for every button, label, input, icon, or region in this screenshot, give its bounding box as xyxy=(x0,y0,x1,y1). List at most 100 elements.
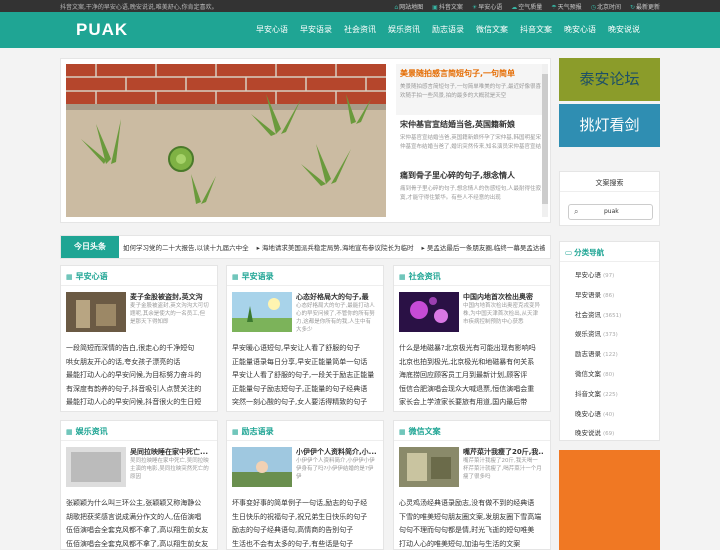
refresh-icon: ↻ xyxy=(630,4,635,11)
doc-icon: ▣ xyxy=(432,4,438,11)
category-item[interactable]: 励志语录(122) xyxy=(575,345,659,365)
nav-item-society[interactable]: 社会资讯 xyxy=(338,12,382,48)
list-item[interactable]: 坏事变好事的简单例子一句话,励志的句子经 xyxy=(232,497,378,511)
nav-item-night[interactable]: 晚安心语 xyxy=(558,12,602,48)
list-item[interactable]: 正能量语录每日分享,早安正能量简单一句话 xyxy=(232,356,378,370)
nav-item-morning-quotes[interactable]: 早安语录 xyxy=(294,12,338,48)
list-item[interactable]: 一段简短而深情的告白,很走心的千净短句 xyxy=(66,342,212,356)
top-link-douyin[interactable]: ▣抖音文案 xyxy=(432,2,463,11)
slider-headline[interactable]: 美景随拍感言简短句子,一句简单 美景随拍感言简短句子,一句简单唯美的句子,最近好… xyxy=(396,64,546,115)
list-item[interactable]: 家长会上学渣家长要旅有用道,国内最后带 xyxy=(399,396,545,410)
list-item[interactable]: 最能打动人心的早安问候,抖音很火的生日短 xyxy=(66,396,212,410)
site-logo[interactable]: PUAK xyxy=(76,20,128,40)
list-item[interactable]: 最能打动人心的早安问候,为目标努力奋斗的 xyxy=(66,369,212,383)
search-input[interactable]: ⌕ puak xyxy=(568,204,653,220)
top-link-sitemap[interactable]: ⌂网站地图 xyxy=(394,2,423,11)
list-item[interactable]: 什么是地磁暴?北京极光有可能出现有影响吗 xyxy=(399,342,545,356)
list-item[interactable]: 胡歌把获奖感言说成满分作文的人,伍佰演唱 xyxy=(66,511,212,525)
ticker-item[interactable]: ▸ 海地请求美国派兵稳定局势,海地宣布参议院长为临时 xyxy=(257,242,414,252)
thumb-image xyxy=(232,292,292,332)
list-item[interactable]: 生日快乐的祝福句子,祝兄弟生日快乐的句子 xyxy=(232,511,378,525)
ad-banner-tiaodeng[interactable]: 挑灯看剑 xyxy=(559,104,660,147)
top-link-time[interactable]: ◷北京时间 xyxy=(591,2,621,11)
list-item[interactable]: 海底捞回应顾客员工月到最新计划,顾客评 xyxy=(399,369,545,383)
box-header[interactable]: ▦早安语录 xyxy=(227,266,383,286)
list-item[interactable]: 伍佰演唱会全套克风都不拿了,高以翔生前女友 xyxy=(66,524,212,538)
category-list: 早安心语(97) 早安语录(86) 社会资讯(3651) 娱乐资讯(373) 励… xyxy=(560,262,659,444)
list-item[interactable]: 早安让人看了舒服的句子,一段关于励志正能量 xyxy=(232,369,378,383)
slider-scrollbar[interactable] xyxy=(542,64,548,217)
category-box: ▦社会资讯 中国内地首次检出奥密 中国内地首次检出奥密克戎变异株,为中国天津首次… xyxy=(393,265,551,412)
box-featured[interactable]: 心态好格局大的句子,最 心态好格局大的句子,最能打动人心的早安问候了,不管你的所… xyxy=(232,292,378,340)
top-link-morning[interactable]: ☀早安心语 xyxy=(472,2,502,11)
header: PUAK 早安心语 早安语录 社会资讯 娱乐资讯 励志语录 微信文案 抖音文案 … xyxy=(0,12,720,48)
box-featured[interactable]: 吴同拉映睡在家中死亡... 吴同拉映睡在家中死亡,吴同拉映主演的电影,吴同拉映突… xyxy=(66,447,212,495)
thumb-image xyxy=(66,292,126,332)
category-item[interactable]: 社会资讯(3651) xyxy=(575,306,659,326)
search-box: 文案搜索 ⌕ puak xyxy=(559,171,660,226)
top-bar: 抖音文案,干净的早安心语,晚安说说,唯美舒心,你肯定喜欢。 ⌂网站地图 ▣抖音文… xyxy=(0,0,720,12)
nav-item-morning[interactable]: 早安心语 xyxy=(250,12,294,48)
list-item[interactable]: 有深度有韵养的句子,抖音吸引人点赞关注的 xyxy=(66,383,212,397)
list-item[interactable]: 打动人心的唯美短句,加油与生活的文案 xyxy=(399,538,545,550)
search-icon[interactable]: ⌕ xyxy=(574,205,578,219)
box-header[interactable]: ▦社会资讯 xyxy=(394,266,550,286)
ticker-item[interactable]: 如何学习党的二十大报告,以读十九届六中全 xyxy=(123,242,249,252)
thumb-image xyxy=(399,292,459,332)
scrollbar-thumb[interactable] xyxy=(542,74,548,204)
ad-banner-taian[interactable]: 泰安论坛 xyxy=(559,58,660,101)
category-item[interactable]: 早安心语(97) xyxy=(575,266,659,286)
search-title: 文案搜索 xyxy=(560,172,659,192)
box-featured[interactable]: 小伊伊个人资料简介,小... 小伊伊个人资料简介,小伊伊小伊伊身有了吗?小伊伊结… xyxy=(232,447,378,495)
category-item[interactable]: 晚安说说(69) xyxy=(575,424,659,444)
top-link-weather[interactable]: ☂天气预报 xyxy=(551,2,581,11)
category-nav-title: ▭分类导航 xyxy=(560,242,659,262)
category-item[interactable]: 抖音文案(225) xyxy=(575,385,659,405)
nav-item-douyin[interactable]: 抖音文案 xyxy=(514,12,558,48)
slider-image[interactable] xyxy=(66,64,386,217)
list-item[interactable]: 张颖颖为什么叫三环公主,张颖颖又称海静公 xyxy=(66,497,212,511)
list-item[interactable]: 下雪的唯美短句朋友圈文案,发朋友圈下雪高端 xyxy=(399,511,545,525)
nav-item-wechat[interactable]: 微信文案 xyxy=(470,12,514,48)
list-item[interactable]: 句句不理而句句都是情,时光飞逝的短句唯美 xyxy=(399,524,545,538)
box-header[interactable]: ▦娱乐资讯 xyxy=(61,421,217,441)
category-item[interactable]: 早安语录(86) xyxy=(575,286,659,306)
list-item[interactable]: 哄女朋友开心的话,夸女孩子漂亮的话 xyxy=(66,356,212,370)
list-item[interactable]: 生活也不会有太多的句子,有些话是句子 xyxy=(232,538,378,550)
sun-icon: ☀ xyxy=(472,4,477,11)
cloud-icon: ☁ xyxy=(511,4,517,11)
list-item[interactable]: 心灵鸡汤经典语录励志,没有做不到的经典语 xyxy=(399,497,545,511)
top-link-latest[interactable]: ↻最新更新 xyxy=(630,2,660,11)
list-item[interactable]: 励志的句子经典语句,高情商的告别句子 xyxy=(232,524,378,538)
slider-headline[interactable]: 宋仲基官宣结婚当爸,英国籍新娘 宋仲基官宣结婚当爸,英国籍新娘怀孕了宋仲基,韩国… xyxy=(396,115,546,166)
orange-banner[interactable] xyxy=(559,450,660,550)
box-header[interactable]: ▦微信文案 xyxy=(394,421,550,441)
ticker-items: 如何学习党的二十大报告,以读十九届六中全 ▸ 海地请求美国派兵稳定局势,海地宣布… xyxy=(123,242,545,252)
list-item[interactable]: 早安暖心语短句,早安让人看了舒服的句子 xyxy=(232,342,378,356)
box-header[interactable]: ▦早安心语 xyxy=(61,266,217,286)
plant-illustration xyxy=(66,64,386,217)
list-item[interactable]: 恒信合肥演唱会现众大喊退票,恒信演唱会重 xyxy=(399,383,545,397)
nav-item-night-talk[interactable]: 晚安说说 xyxy=(602,12,646,48)
box-featured[interactable]: 麦子金股被盗封,英文沟 麦子金股被盗封,英文沟沟大可切题呢,其余是使大的一名员工… xyxy=(66,292,212,340)
clock-icon: ◷ xyxy=(591,4,596,11)
category-item[interactable]: 娱乐资讯(373) xyxy=(575,325,659,345)
top-links: ⌂网站地图 ▣抖音文案 ☀早安心语 ☁空气质量 ☂天气预报 ◷北京时间 ↻最新更… xyxy=(394,2,660,11)
list-item[interactable]: 正能量句子励志短句子,正能量的句子经典语 xyxy=(232,383,378,397)
slider-headline[interactable]: 痛到骨子里心碎的句子,想念情人 痛到骨子里心碎的句子,想念情人的伤感短句,人最耐… xyxy=(396,166,546,217)
category-item[interactable]: 晚安心语(40) xyxy=(575,405,659,425)
umbrella-icon: ☂ xyxy=(551,4,556,11)
box-header[interactable]: ▦励志语录 xyxy=(227,421,383,441)
top-link-air[interactable]: ☁空气质量 xyxy=(511,2,542,11)
nav-item-entertainment[interactable]: 娱乐资讯 xyxy=(382,12,426,48)
list-item[interactable]: 突然一刻心酸的句子,女人要活得精致的句子 xyxy=(232,396,378,410)
folder-icon: ▭ xyxy=(565,248,572,257)
box-featured[interactable]: 中国内地首次检出奥密 中国内地首次检出奥密克戎变异株,为中国天津首次检出,从天津… xyxy=(399,292,545,340)
nav-item-inspiration[interactable]: 励志语录 xyxy=(426,12,470,48)
list-item[interactable]: 伍佰演唱会全套克风都不拿了,高以翔生前女友 xyxy=(66,538,212,550)
box-featured[interactable]: 嘴芹菜汁我瘦了20斤,我... 嘴芹菜汁我瘦了20斤,我天喝一杯芹菜汁就瘦了,喝… xyxy=(399,447,545,495)
list-item[interactable]: 北京也拍到极光,北京极光和地磁暴有何关系 xyxy=(399,356,545,370)
category-item[interactable]: 微信文案(80) xyxy=(575,365,659,385)
grid-icon: ▦ xyxy=(399,428,406,436)
ticker-item[interactable]: ▸ 吴孟达最后一条朋友圈,临终一幕吴孟达被泼新水 xyxy=(422,242,546,252)
